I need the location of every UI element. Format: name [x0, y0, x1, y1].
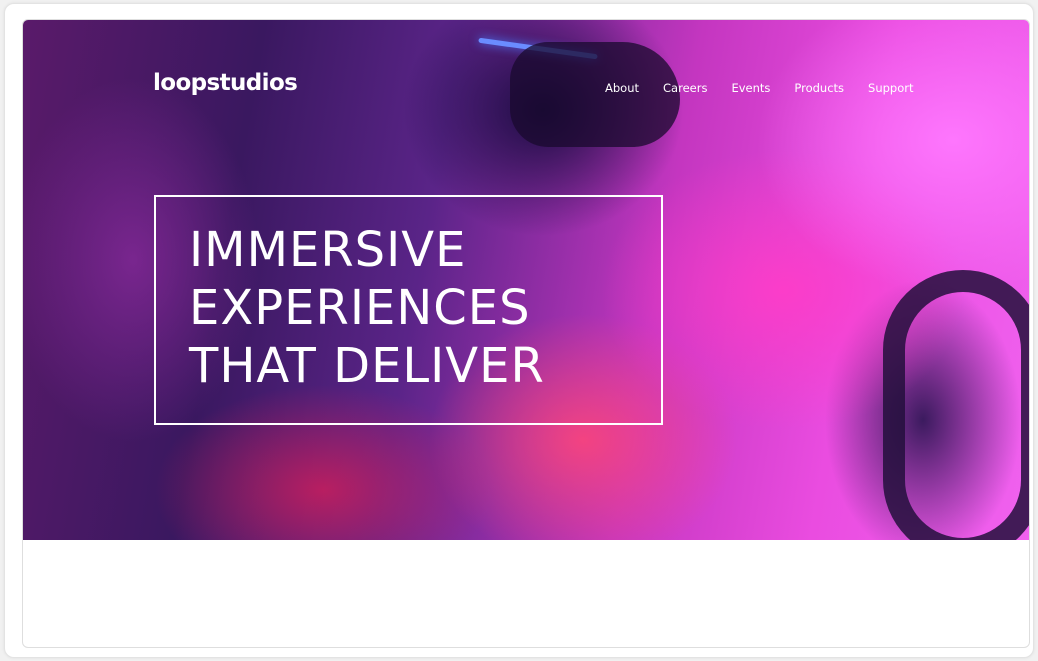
nav-link-careers[interactable]: Careers: [663, 81, 707, 95]
nav-link-about[interactable]: About: [605, 81, 639, 95]
site-logo[interactable]: loopstudios: [153, 70, 298, 96]
browser-frame: loopstudios About Careers Events Product…: [4, 3, 1034, 658]
hero-headline: IMMERSIVE EXPERIENCES THAT DELIVER: [189, 221, 545, 395]
headline-line-1: IMMERSIVE: [189, 222, 467, 278]
steering-wheel-image: [883, 270, 1029, 540]
nav-link-events[interactable]: Events: [731, 81, 770, 95]
headline-line-2: EXPERIENCES: [189, 280, 531, 336]
hero-section: loopstudios About Careers Events Product…: [23, 20, 1029, 540]
headline-line-3: THAT DELIVER: [189, 338, 545, 394]
headline-box: IMMERSIVE EXPERIENCES THAT DELIVER: [154, 195, 663, 425]
nav-link-support[interactable]: Support: [868, 81, 913, 95]
main-nav: About Careers Events Products Support: [605, 81, 938, 95]
nav-link-products[interactable]: Products: [794, 81, 844, 95]
page-card: loopstudios About Careers Events Product…: [22, 19, 1030, 648]
